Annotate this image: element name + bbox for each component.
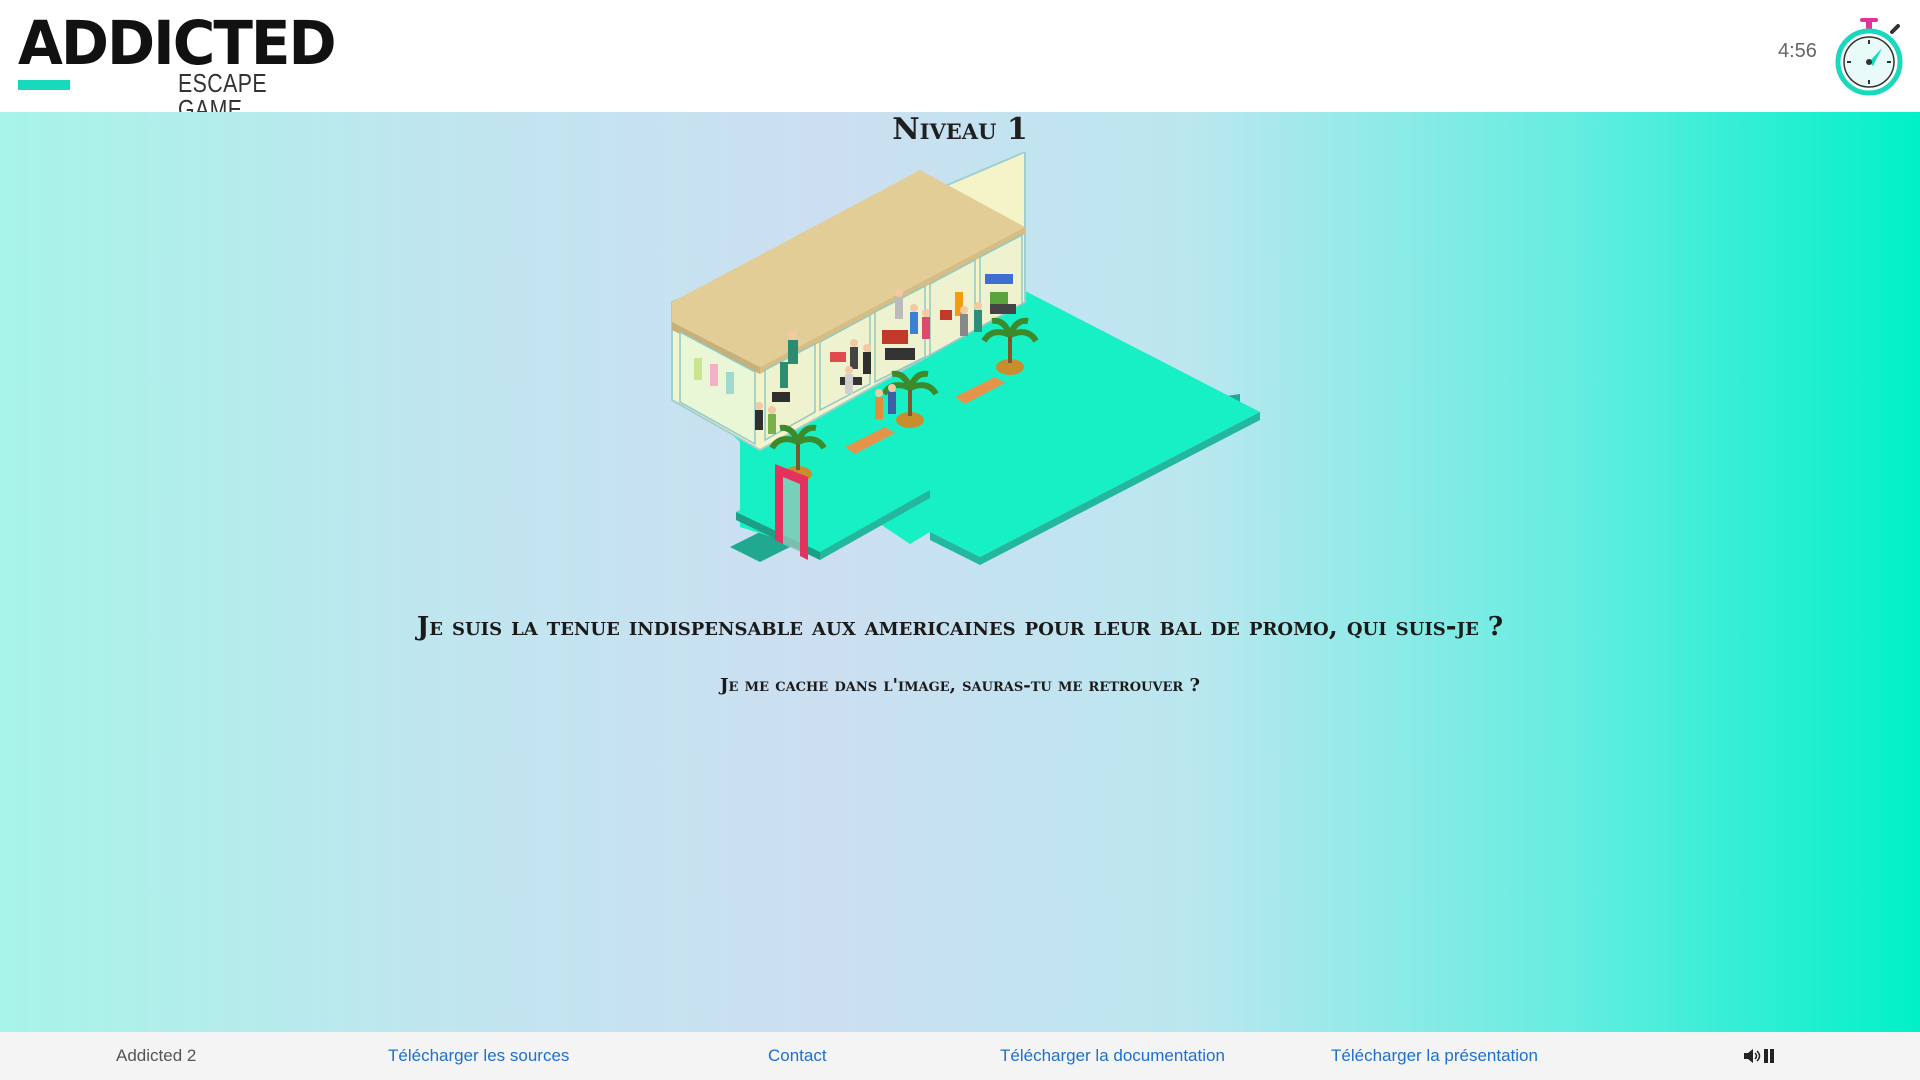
sound-controls xyxy=(1744,1049,1774,1063)
logo: ADDICTED ESCAPE GAME xyxy=(18,7,338,122)
header: ADDICTED ESCAPE GAME 4:56 xyxy=(0,0,1920,122)
riddle-hint: Je me cache dans l'image, sauras-tu me r… xyxy=(719,675,1200,696)
footer-brand: Addicted 2 xyxy=(116,1046,197,1065)
level-title: Niveau 1 xyxy=(892,112,1028,147)
logo-accent-bar xyxy=(18,80,70,90)
download-documentation-link[interactable]: Télécharger la documentation xyxy=(1000,1046,1225,1066)
stopwatch-icon xyxy=(1835,18,1903,96)
game-area: Niveau 1 Je suis la tenue indispensable … xyxy=(0,112,1920,1032)
timer-value: 4:56 xyxy=(1778,40,1817,62)
riddle-question: Je suis la tenue indispensable aux ameri… xyxy=(416,612,1504,642)
footer: Addicted 2 Télécharger les sources Conta… xyxy=(0,1032,1920,1080)
download-sources-link[interactable]: Télécharger les sources xyxy=(388,1046,569,1066)
pause-icon[interactable] xyxy=(1764,1049,1774,1063)
download-presentation-link[interactable]: Télécharger la présentation xyxy=(1331,1046,1538,1066)
isometric-mall-illustration[interactable] xyxy=(660,152,1260,612)
logo-title: ADDICTED xyxy=(18,7,337,79)
contact-link[interactable]: Contact xyxy=(768,1046,827,1066)
speaker-icon[interactable] xyxy=(1744,1049,1761,1063)
